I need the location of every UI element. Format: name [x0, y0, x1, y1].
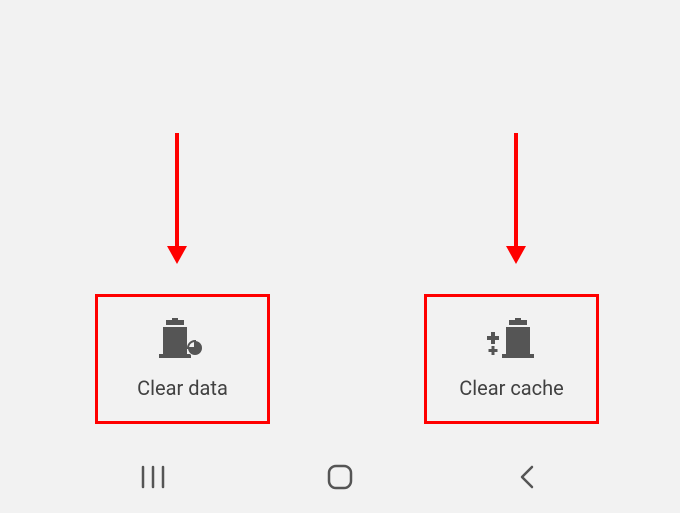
clear-cache-label: Clear cache [459, 376, 564, 400]
clear-data-button[interactable]: Clear data [95, 294, 270, 424]
navigation-bar [0, 445, 680, 513]
clear-data-icon [159, 318, 207, 362]
nav-back-button[interactable] [497, 459, 557, 499]
annotation-arrow-left [175, 133, 179, 248]
clear-data-label: Clear data [137, 376, 228, 400]
annotation-arrow-right [514, 133, 518, 248]
nav-recents-button[interactable] [123, 459, 183, 499]
home-icon [326, 463, 354, 495]
recents-icon [139, 465, 167, 493]
clear-cache-icon [486, 318, 538, 362]
nav-home-button[interactable] [310, 459, 370, 499]
back-icon [517, 464, 537, 494]
clear-cache-button[interactable]: Clear cache [424, 294, 599, 424]
